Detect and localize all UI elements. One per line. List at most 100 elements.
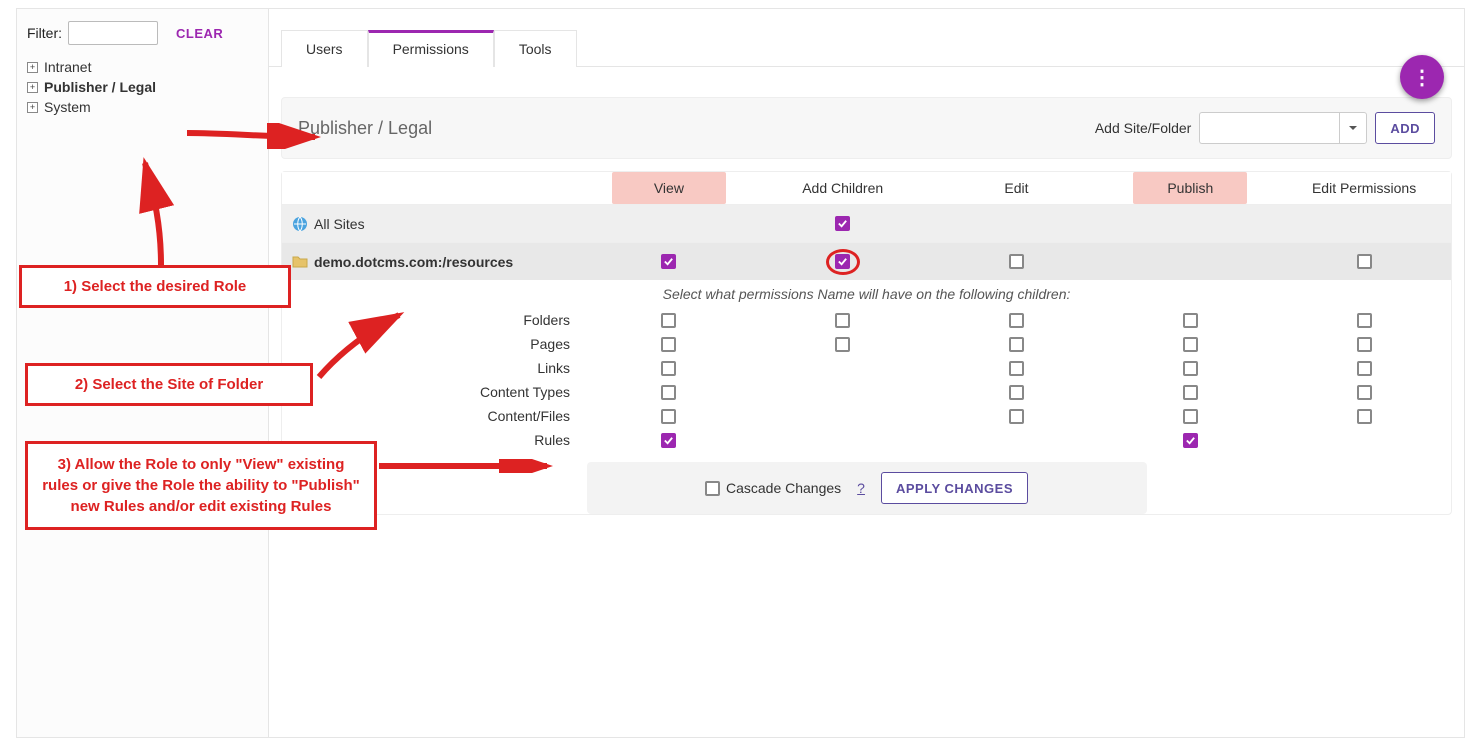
header-panel: Publisher / Legal Add Site/Folder ADD bbox=[281, 97, 1452, 159]
checkbox-folders-publish[interactable] bbox=[1183, 313, 1198, 328]
checkbox-links-edit[interactable] bbox=[1009, 361, 1024, 376]
chevron-down-icon bbox=[1348, 123, 1358, 133]
checkbox-pages-edit[interactable] bbox=[1009, 337, 1024, 352]
apply-changes-button[interactable]: APPLY CHANGES bbox=[881, 472, 1028, 504]
cell bbox=[756, 337, 930, 352]
checkbox-resource-edit[interactable] bbox=[1009, 254, 1024, 269]
checkbox-folders-edit[interactable] bbox=[1009, 313, 1024, 328]
checkbox-resource-edit-permissions[interactable] bbox=[1357, 254, 1372, 269]
cell bbox=[1277, 337, 1451, 352]
cell bbox=[1103, 313, 1277, 328]
row-text: All Sites bbox=[314, 216, 365, 232]
tree-item-intranet[interactable]: + Intranet bbox=[27, 57, 258, 77]
row-label: demo.dotcms.com:/resources bbox=[282, 254, 582, 270]
tab-label: Users bbox=[306, 41, 343, 57]
more-actions-fab[interactable]: ⋮ bbox=[1400, 55, 1444, 99]
child-row: Content/Files bbox=[282, 404, 1451, 428]
tree-item-system[interactable]: + System bbox=[27, 97, 258, 117]
checkbox-pages-publish[interactable] bbox=[1183, 337, 1198, 352]
checkbox-resource-add-children[interactable] bbox=[835, 254, 850, 269]
checkbox-links-view[interactable] bbox=[661, 361, 676, 376]
child-row: Rules bbox=[282, 428, 1451, 452]
expand-icon[interactable]: + bbox=[27, 82, 38, 93]
checkbox-content-types-edit[interactable] bbox=[1009, 385, 1024, 400]
row-text: demo.dotcms.com:/resources bbox=[314, 254, 513, 270]
checkbox-pages-view[interactable] bbox=[661, 337, 676, 352]
cell bbox=[1103, 337, 1277, 352]
cascade-bar: Cascade Changes ? APPLY CHANGES bbox=[587, 462, 1147, 514]
cell bbox=[1277, 385, 1451, 400]
child-label: Folders bbox=[282, 312, 582, 328]
cell bbox=[1277, 313, 1451, 328]
checkbox-content-types-edit-permissions[interactable] bbox=[1357, 385, 1372, 400]
cell bbox=[582, 385, 756, 400]
tab-permissions[interactable]: Permissions bbox=[368, 30, 494, 67]
cell bbox=[930, 254, 1104, 269]
col-add-children: Add Children bbox=[756, 172, 930, 204]
main-panel: Users Permissions Tools ⋮ Publisher / Le… bbox=[269, 9, 1464, 737]
checkbox-content-files-view[interactable] bbox=[661, 409, 676, 424]
checkbox-all-sites-add-children[interactable] bbox=[835, 216, 850, 231]
tabs: Users Permissions Tools bbox=[269, 9, 1464, 67]
checkbox-pages-add-children[interactable] bbox=[835, 337, 850, 352]
cell bbox=[1277, 254, 1451, 269]
checkbox-resource-view[interactable] bbox=[661, 254, 676, 269]
child-row: Pages bbox=[282, 332, 1451, 356]
tab-users[interactable]: Users bbox=[281, 30, 368, 67]
cell bbox=[582, 409, 756, 424]
cell bbox=[930, 337, 1104, 352]
tree-item-label: Intranet bbox=[44, 59, 91, 75]
child-row: Links bbox=[282, 356, 1451, 380]
cell bbox=[582, 313, 756, 328]
checkbox-cascade[interactable] bbox=[705, 481, 720, 496]
checkbox-folders-view[interactable] bbox=[661, 313, 676, 328]
checkbox-content-types-view[interactable] bbox=[661, 385, 676, 400]
cell bbox=[756, 254, 930, 269]
checkbox-rules-publish[interactable] bbox=[1183, 433, 1198, 448]
checkbox-folders-add-children[interactable] bbox=[835, 313, 850, 328]
tab-tools[interactable]: Tools bbox=[494, 30, 577, 67]
checkbox-links-edit-permissions[interactable] bbox=[1357, 361, 1372, 376]
checkbox-links-publish[interactable] bbox=[1183, 361, 1198, 376]
folder-icon bbox=[292, 254, 308, 270]
checkbox-content-files-publish[interactable] bbox=[1183, 409, 1198, 424]
cell bbox=[1103, 361, 1277, 376]
cell bbox=[582, 361, 756, 376]
cascade-label: Cascade Changes bbox=[726, 480, 841, 496]
child-label: Content Types bbox=[282, 384, 582, 400]
checkbox-pages-edit-permissions[interactable] bbox=[1357, 337, 1372, 352]
sidebar: Filter: CLEAR + Intranet + Publisher / L… bbox=[17, 9, 269, 737]
cascade-label-wrap[interactable]: Cascade Changes bbox=[705, 480, 841, 496]
role-tree: + Intranet + Publisher / Legal + System bbox=[27, 57, 258, 117]
child-row: Content Types bbox=[282, 380, 1451, 404]
cell bbox=[1277, 361, 1451, 376]
row-label: All Sites bbox=[282, 216, 582, 232]
cell bbox=[756, 313, 930, 328]
checkbox-content-files-edit-permissions[interactable] bbox=[1357, 409, 1372, 424]
child-row: Folders bbox=[282, 308, 1451, 332]
cell bbox=[582, 337, 756, 352]
clear-filter-link[interactable]: CLEAR bbox=[176, 26, 223, 41]
child-label: Links bbox=[282, 360, 582, 376]
add-button[interactable]: ADD bbox=[1375, 112, 1435, 144]
add-site-input[interactable] bbox=[1199, 112, 1339, 144]
filter-input[interactable] bbox=[68, 21, 158, 45]
checkbox-content-files-edit[interactable] bbox=[1009, 409, 1024, 424]
checkbox-folders-edit-permissions[interactable] bbox=[1357, 313, 1372, 328]
checkbox-content-types-publish[interactable] bbox=[1183, 385, 1198, 400]
tree-item-label: Publisher / Legal bbox=[44, 79, 156, 95]
globe-icon bbox=[292, 216, 308, 232]
tree-item-publisher-legal[interactable]: + Publisher / Legal bbox=[27, 77, 258, 97]
combo-caret[interactable] bbox=[1339, 112, 1367, 144]
cell bbox=[1277, 409, 1451, 424]
expand-icon[interactable]: + bbox=[27, 102, 38, 113]
cell bbox=[756, 216, 930, 231]
help-link[interactable]: ? bbox=[857, 480, 865, 496]
cell bbox=[1103, 385, 1277, 400]
expand-icon[interactable]: + bbox=[27, 62, 38, 73]
cell bbox=[930, 385, 1104, 400]
tree-item-label: System bbox=[44, 99, 91, 115]
add-site-combo[interactable] bbox=[1199, 112, 1367, 144]
checkbox-rules-view[interactable] bbox=[661, 433, 676, 448]
cell bbox=[930, 313, 1104, 328]
